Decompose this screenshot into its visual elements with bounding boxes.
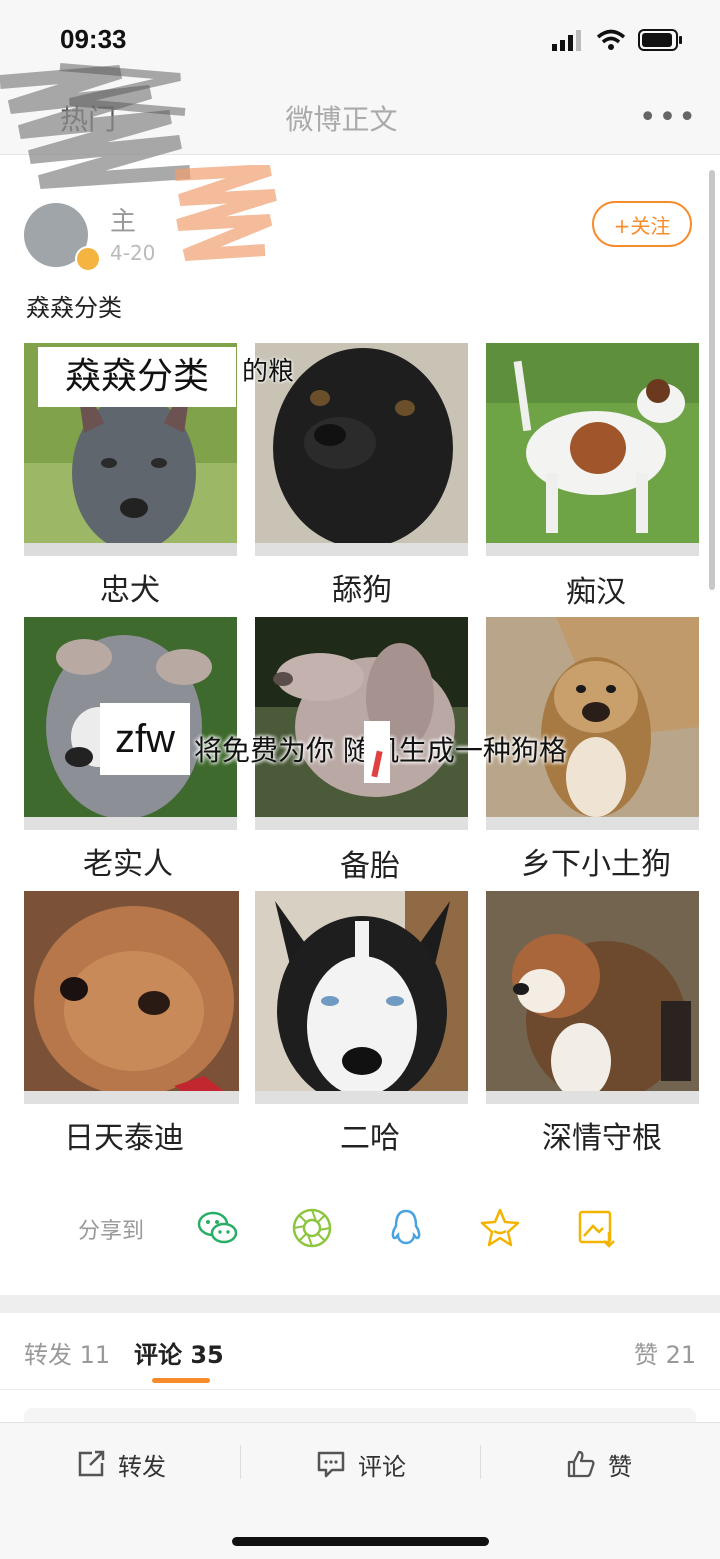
- image-overlay-title: 猋猋分类: [38, 347, 236, 407]
- tab-active-indicator: [152, 1378, 210, 1383]
- caption-3: 痴汉: [566, 575, 626, 610]
- signal-icon: [552, 30, 581, 51]
- red-scribble-mark: [364, 721, 390, 783]
- caption-6: 乡下小土狗: [521, 847, 671, 882]
- status-icons: [552, 28, 684, 52]
- favorite-icon[interactable]: [478, 1206, 522, 1250]
- tab-comment[interactable]: 评论 35: [134, 1335, 224, 1370]
- caption-7: 日天泰迪: [64, 1121, 184, 1156]
- tab-comment-label: 评论: [134, 1341, 182, 1369]
- post-text: 猋猋分类: [26, 294, 122, 322]
- tab-repost[interactable]: 转发 11: [24, 1335, 110, 1370]
- follow-button[interactable]: +关注: [592, 201, 692, 247]
- scrollbar[interactable]: [709, 170, 715, 590]
- battery-icon: [638, 29, 682, 51]
- caption-2: 舔狗: [332, 573, 392, 608]
- like-label: 赞: [608, 1452, 632, 1481]
- share-label: 分享到: [78, 1219, 145, 1244]
- post-image[interactable]: 忠犬 舔狗 痴汉 老实人 备胎 乡下小土狗 日天泰迪 二哈 深情守根 猋猋分类 …: [24, 343, 699, 1156]
- repost-icon: [78, 1450, 105, 1477]
- page-title: 微博正文: [285, 103, 398, 136]
- repost-button[interactable]: 转发: [76, 1447, 166, 1481]
- dog-photo-loyal-root: [486, 891, 699, 1104]
- dog-photo-creep: [486, 343, 699, 556]
- qq-icon[interactable]: [384, 1206, 428, 1250]
- caption-9: 深情守根: [542, 1121, 662, 1156]
- interaction-tabs: 转发 11 评论 35 赞 21: [0, 1313, 720, 1390]
- dog-photo-husky: [255, 891, 468, 1104]
- toolbar-divider: [480, 1445, 481, 1479]
- thumbs-up-icon: [567, 1450, 595, 1478]
- repost-label: 转发: [118, 1452, 166, 1481]
- more-options-icon[interactable]: •••: [639, 100, 698, 135]
- share-row: 分享到: [0, 1203, 720, 1253]
- home-indicator[interactable]: [232, 1537, 489, 1546]
- caption-5: 备胎: [340, 849, 400, 884]
- caption-4: 老实人: [83, 847, 173, 882]
- tab-comment-count: 35: [190, 1341, 224, 1369]
- nav-bar: 热门 微博正文 •••: [0, 80, 720, 155]
- comment-label: 评论: [358, 1452, 406, 1481]
- dog-photo-backup: [255, 617, 468, 830]
- moments-icon[interactable]: [290, 1206, 334, 1250]
- post-time: 4-20: [110, 241, 156, 265]
- dog-photo-mutt: [486, 617, 699, 830]
- image-overlay-partial: 的粮: [242, 357, 295, 387]
- author-name[interactable]: 主: [110, 201, 136, 238]
- status-bar: 09:33: [0, 0, 720, 80]
- verified-badge-icon: [75, 246, 101, 272]
- caption-8: 二哈: [340, 1121, 400, 1156]
- image-overlay-zfw: zfw: [100, 703, 190, 775]
- save-image-icon[interactable]: [575, 1206, 619, 1250]
- section-divider: [0, 1295, 720, 1313]
- comment-button[interactable]: 评论: [316, 1447, 406, 1481]
- wifi-icon: [596, 29, 626, 50]
- bottom-toolbar: 转发 评论 赞: [0, 1422, 720, 1559]
- toolbar-divider: [240, 1445, 241, 1479]
- like-button[interactable]: 赞: [566, 1447, 632, 1481]
- caption-1: 忠犬: [100, 573, 160, 608]
- status-time: 09:33: [60, 24, 127, 54]
- tab-like[interactable]: 赞 21: [634, 1335, 696, 1370]
- comment-icon: [317, 1451, 345, 1478]
- wechat-icon[interactable]: [196, 1206, 240, 1250]
- dog-photo-teddy: [24, 891, 239, 1104]
- post-card: 主 4-20 +关注 猋猋分类 忠犬 舔狗 痴汉 老实人 备胎 乡下小土狗 日天…: [0, 155, 720, 1295]
